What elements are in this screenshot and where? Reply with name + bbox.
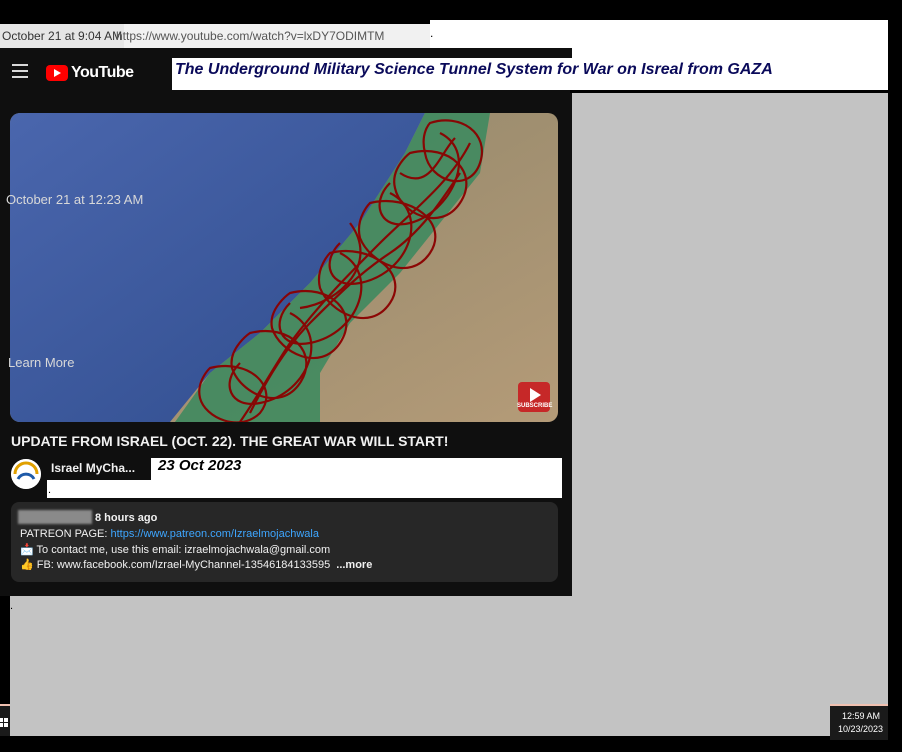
browser-url-strip: October 21 at 9:04 AM https://www.youtub… xyxy=(0,24,430,48)
facebook-line: 👍 FB: www.facebook.com/Izrael-MyChannel-… xyxy=(20,558,372,571)
windows-logo-icon xyxy=(0,718,8,727)
windows-start-icon[interactable] xyxy=(0,715,8,727)
video-thumbnail-map[interactable] xyxy=(10,113,558,422)
channel-avatar[interactable] xyxy=(11,459,41,489)
subscribe-label: SUBSCRIBE xyxy=(517,403,553,409)
gray-backdrop-bottom xyxy=(10,596,888,736)
youtube-wordmark: YouTube xyxy=(71,64,134,81)
taskbar-time: 12:59 AM xyxy=(842,711,881,721)
learn-more-overlay[interactable]: Learn More xyxy=(8,355,74,370)
redacted-views xyxy=(18,510,92,524)
channel-name[interactable]: Israel MyCha... xyxy=(51,461,135,475)
patreon-link[interactable]: https://www.patreon.com/Izraelmojachwala xyxy=(110,528,318,540)
upload-time: 8 hours ago xyxy=(95,512,158,524)
taskbar-accent-line xyxy=(0,704,10,706)
stray-dot: . xyxy=(430,26,434,40)
taskbar-accent-line-right xyxy=(830,704,888,706)
screen-edge xyxy=(888,0,902,752)
more-button[interactable]: ...more xyxy=(336,559,372,571)
contact-line: 📩 To contact me, use this email: izraelm… xyxy=(20,544,331,556)
top-black-bar xyxy=(0,0,902,20)
facebook-text: 👍 FB: www.facebook.com/Izrael-MyChannel-… xyxy=(20,559,331,571)
channel-avatar-icon xyxy=(11,459,41,489)
banner-underline xyxy=(570,90,888,93)
screenshot-timestamp: October 21 at 9:04 AM xyxy=(0,24,125,48)
banner-title: The Underground Military Science Tunnel … xyxy=(175,61,773,78)
taskbar-bottom-strip xyxy=(0,736,902,752)
patreon-line: PATREON PAGE: https://www.patreon.com/Iz… xyxy=(20,528,319,540)
date-annotation-box-lower xyxy=(47,480,151,498)
youtube-logo[interactable]: YouTube xyxy=(46,64,134,82)
taskbar-clock-area[interactable] xyxy=(830,704,888,740)
stray-dot-bottom: . xyxy=(10,600,14,612)
patreon-label: PATREON PAGE: xyxy=(20,528,111,540)
annotation-date: 23 Oct 2023 xyxy=(158,457,242,474)
address-bar-url[interactable]: https://www.youtube.com/watch?v=lxDY7ODI… xyxy=(116,24,384,48)
taskbar-date: 10/23/2023 xyxy=(838,724,884,734)
annotation-dot: . xyxy=(48,484,52,496)
overlay-timestamp: October 21 at 12:23 AM xyxy=(6,192,144,207)
gaza-tunnel-map-image xyxy=(10,113,558,422)
video-title[interactable]: UPDATE FROM ISRAEL (OCT. 22). THE GREAT … xyxy=(11,433,448,449)
menu-icon[interactable] xyxy=(12,64,28,78)
youtube-play-icon xyxy=(46,65,68,81)
